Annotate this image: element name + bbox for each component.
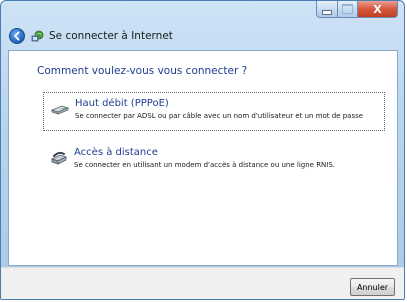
option-broadband-pppoe[interactable]: Haut débit (PPPoE) Se connecter par ADSL… [43, 92, 385, 131]
dialup-modem-icon [50, 150, 68, 165]
minimize-icon [322, 9, 332, 15]
minimize-button[interactable] [316, 1, 338, 18]
maximize-icon [342, 4, 353, 14]
broadband-modem-icon [50, 101, 70, 115]
network-globe-icon [31, 29, 45, 43]
close-icon: X [373, 2, 382, 16]
option-description: Se connecter par ADSL ou par câble avec … [75, 112, 364, 120]
option-description: Se connecter en utilisant un modem d'acc… [74, 161, 336, 169]
option-title: Accès à distance [74, 147, 158, 158]
option-title: Haut débit (PPPoE) [75, 98, 169, 109]
wizard-header: Se connecter à Internet [9, 27, 173, 45]
caption-buttons: X [316, 1, 398, 19]
back-arrow-icon [14, 31, 20, 41]
maximize-button[interactable] [338, 1, 358, 18]
page-heading: Comment voulez-vous vous connecter ? [37, 65, 248, 77]
cancel-button[interactable]: Annuler [350, 278, 395, 296]
button-bar: Annuler [1, 267, 404, 299]
window-title: Se connecter à Internet [49, 30, 173, 42]
title-bar[interactable]: X Se connecter à Internet [1, 1, 404, 49]
close-button[interactable]: X [358, 1, 398, 18]
option-dialup[interactable]: Accès à distance Se connecter en utilisa… [43, 142, 385, 174]
content-panel: Comment voulez-vous vous connecter ? Hau… [8, 50, 398, 266]
wizard-window: X Se connecter à Internet Comment voulez… [0, 0, 405, 300]
back-button[interactable] [9, 28, 25, 44]
